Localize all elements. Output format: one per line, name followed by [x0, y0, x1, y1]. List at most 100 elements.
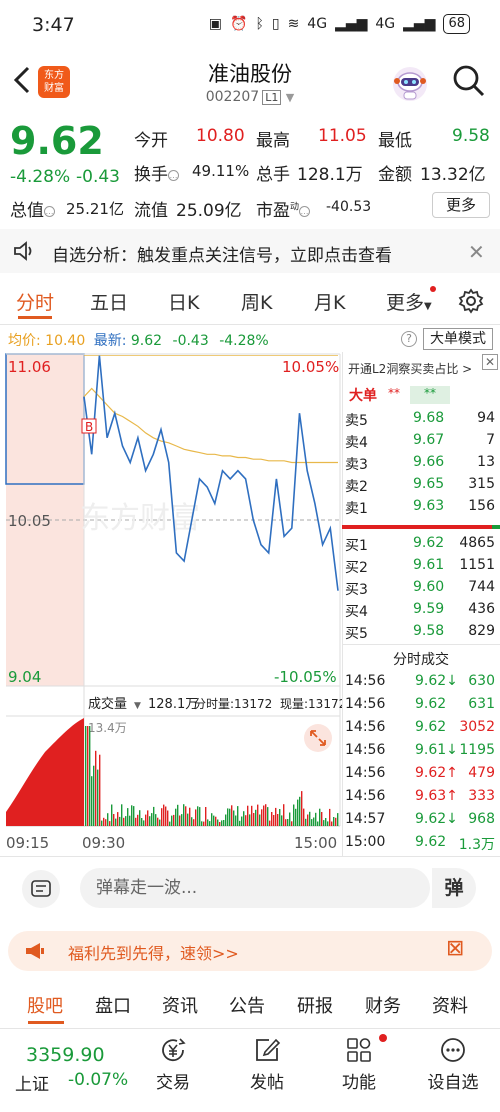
volume-bar	[221, 820, 223, 826]
search-icon[interactable]	[452, 64, 486, 98]
ask-price: 9.66	[413, 454, 445, 470]
robot-assistant-icon[interactable]	[390, 64, 430, 104]
danmu-input[interactable]: 弹幕走一波...	[80, 868, 430, 908]
nav-add-watchlist[interactable]: 设自选	[418, 1036, 488, 1093]
tab-more-label: 更多	[386, 292, 425, 314]
volume-bar	[227, 808, 229, 826]
trade-row: 14:57 9.62↓ 968	[345, 811, 497, 833]
trade-time: 14:57	[345, 811, 386, 827]
volume-bar	[303, 808, 305, 826]
help-icon[interactable]: ?	[401, 331, 417, 347]
volume-bar	[299, 796, 301, 826]
bid-ask-ratio-bar	[342, 525, 500, 529]
info-icon[interactable]: …	[299, 205, 311, 217]
info-icon[interactable]: …	[168, 169, 179, 181]
volume-bar	[311, 819, 313, 826]
tab-guba[interactable]: 股吧	[27, 992, 63, 1018]
ask-row: 卖2 9.65 315	[345, 476, 497, 498]
close-icon[interactable]: ⊠	[446, 936, 464, 961]
volume-bar	[291, 821, 293, 826]
volume-bar	[333, 817, 335, 826]
tab-weekly-k[interactable]: 周K	[241, 288, 272, 315]
turnover-label: 换手…	[134, 160, 179, 185]
open-value: 10.80	[196, 126, 245, 146]
dropdown-icon: ▼	[424, 301, 432, 312]
volume-bar	[167, 810, 169, 826]
volume-bar	[201, 821, 203, 826]
volume-bar	[313, 817, 315, 826]
index-name[interactable]: 上证	[15, 1070, 49, 1095]
bid-row: 买2 9.61 1151	[345, 557, 497, 579]
close-icon[interactable]: ✕	[482, 354, 498, 370]
volume-bar	[273, 815, 275, 826]
info-icon[interactable]: …	[44, 205, 55, 217]
tab-research[interactable]: 研报	[297, 992, 333, 1018]
volume-bar	[143, 820, 145, 826]
turnover-label-text: 换手	[134, 165, 168, 185]
tab-five-day[interactable]: 五日	[90, 288, 128, 315]
pe-label-text: 市盈	[256, 201, 290, 221]
trades-title: 分时成交	[393, 652, 449, 668]
alert-text[interactable]: 自选分析：触发重点关注信号，立即点击查看	[52, 241, 392, 266]
bid-price: 9.59	[413, 601, 445, 617]
ask-row: 卖1 9.63 156	[345, 498, 497, 520]
volume-bar	[175, 808, 177, 826]
tab-profile[interactable]: 资料	[432, 992, 468, 1018]
volume-bar	[263, 805, 265, 826]
close-icon[interactable]: ✕	[468, 240, 485, 264]
ask-volume: 315	[468, 476, 495, 492]
volume-bar	[281, 815, 283, 826]
tab-monthly-k[interactable]: 月K	[314, 288, 345, 315]
volume-bar	[261, 809, 263, 826]
volume-bar	[307, 814, 309, 826]
l2-upsell-link[interactable]: 开通L2洞察买卖占比 >	[348, 360, 472, 377]
volume-bar	[131, 805, 133, 826]
ask-row: 卖3 9.66 13	[345, 454, 497, 476]
volume-bar	[187, 813, 189, 826]
index-value[interactable]: 3359.90	[26, 1044, 105, 1066]
nav-post[interactable]: 发帖	[232, 1036, 302, 1093]
tab-news[interactable]: 资讯	[162, 992, 198, 1018]
bid-row: 买4 9.59 436	[345, 601, 497, 623]
volume-bar	[111, 804, 113, 826]
volume-label[interactable]: 成交量	[88, 696, 127, 712]
bid-volume: 4865	[459, 535, 495, 551]
more-quote-button[interactable]: 更多	[432, 192, 490, 218]
volume-bar	[321, 812, 323, 826]
nav-trade[interactable]: 交易	[138, 1036, 208, 1093]
trade-price: 9.62	[415, 696, 447, 712]
grid-apps-icon	[347, 1038, 371, 1062]
trade-row: 14:56 9.61↓ 1195	[345, 742, 497, 764]
axis-mid-price: 10.05	[8, 512, 51, 530]
active-tab-underline	[28, 1021, 64, 1024]
tab-announcements[interactable]: 公告	[229, 992, 265, 1018]
volume-bar	[115, 818, 117, 826]
notification-dot	[379, 1034, 387, 1042]
expand-icon[interactable]	[304, 724, 332, 752]
volume-bar	[93, 765, 95, 826]
intraday-chart[interactable]: 东方财富 B 11.06 10.05% 10.05 9.04 -10.05% 成…	[0, 352, 342, 856]
big-order-mode-button[interactable]: 大单模式	[423, 328, 493, 350]
tab-daily-k[interactable]: 日K	[168, 288, 199, 315]
volume-bar	[295, 808, 297, 826]
alarm-icon: ⏰	[230, 16, 248, 32]
danmu-send-button[interactable]: 弹	[432, 868, 476, 908]
change-amount: -0.43	[76, 167, 120, 187]
settings-gear-icon[interactable]	[458, 288, 484, 314]
volume-bar	[147, 810, 149, 826]
battery-icon: 68	[443, 14, 470, 34]
volume-bars	[85, 726, 339, 826]
volume-bar	[169, 821, 171, 826]
promo-text[interactable]: 福利先到先得，速领>>	[68, 940, 239, 964]
danmu-toggle-icon[interactable]	[22, 870, 60, 908]
tab-more[interactable]: 更多▼	[386, 288, 432, 315]
index-change[interactable]: -0.07%	[68, 1070, 128, 1090]
stock-code: 002207	[205, 89, 260, 105]
nav-functions[interactable]: 功能	[324, 1036, 394, 1093]
volume-bar	[319, 808, 321, 826]
tab-finance[interactable]: 财务	[365, 992, 401, 1018]
volume-bar	[233, 810, 235, 826]
tab-intraday[interactable]: 分时	[16, 288, 54, 315]
volume-bar	[191, 817, 193, 826]
tab-pankou[interactable]: 盘口	[95, 992, 131, 1018]
